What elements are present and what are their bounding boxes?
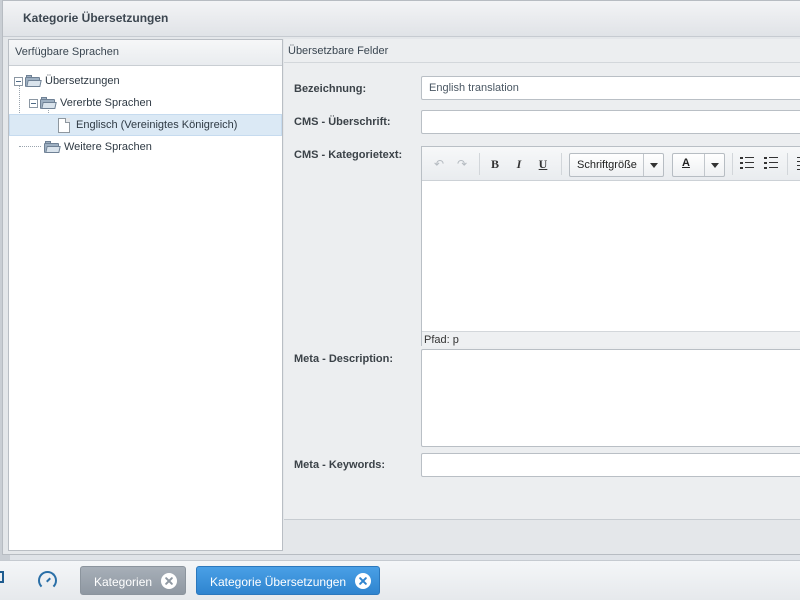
text-color-icon: A (682, 157, 690, 169)
collapse-toggle-icon[interactable] (29, 98, 38, 108)
toolbar-divider (732, 153, 733, 175)
cms-ueberschrift-label: CMS - Überschrift: (294, 116, 391, 128)
fields-panel: Übersetzbare Felder Bezeichnung: English… (284, 39, 800, 551)
languages-panel-header: Verfügbare Sprachen (9, 40, 282, 66)
task-kategorien[interactable]: Kategorien (80, 566, 186, 595)
font-size-select-label: Schriftgröße (577, 159, 637, 171)
task-label: Kategorie Übersetzungen (210, 575, 347, 589)
text-color-picker[interactable]: A (672, 153, 725, 177)
toolbar-divider (479, 153, 480, 175)
window-icon[interactable] (0, 571, 4, 583)
collapse-toggle-icon[interactable] (14, 76, 23, 86)
meta-description-textarea[interactable] (421, 349, 800, 447)
task-kategorie-uebersetzungen[interactable]: Kategorie Übersetzungen (196, 566, 380, 595)
fields-panel-header: Übersetzbare Felder (284, 39, 800, 63)
window-title: Kategorie Übersetzungen (3, 1, 800, 37)
tree-item-vererbte-sprachen[interactable]: Vererbte Sprachen (9, 92, 282, 114)
underline-button[interactable]: U (533, 155, 553, 173)
languages-panel: Verfügbare Sprachen Übersetzungen Vererb… (8, 39, 283, 551)
bezeichnung-label: Bezeichnung: (294, 83, 367, 95)
toolbar-divider (787, 153, 788, 175)
languages-tree: Übersetzungen Vererbte Sprachen Englisch… (9, 66, 282, 158)
redo-icon[interactable]: ↷ (452, 155, 472, 173)
cms-ueberschrift-input[interactable] (421, 110, 800, 134)
tree-item-label: Übersetzungen (45, 75, 120, 87)
bold-button[interactable]: B (485, 155, 505, 173)
close-icon[interactable] (161, 573, 177, 589)
editor-toolbar: ↶ ↷ B I U Schriftgröße A (422, 147, 800, 181)
meta-keywords-input[interactable] (421, 453, 800, 477)
document-icon (58, 117, 70, 133)
tree-item-englisch[interactable]: Englisch (Vereinigtes Königreich) (9, 114, 282, 136)
italic-button[interactable]: I (509, 155, 529, 173)
tree-item-label: Vererbte Sprachen (60, 97, 152, 109)
folder-icon (44, 141, 61, 153)
fields-panel-footer (284, 519, 800, 551)
meta-keywords-label: Meta - Keywords: (294, 459, 386, 471)
editor-content-area[interactable] (422, 181, 800, 331)
meta-description-label: Meta - Description: (294, 353, 394, 365)
close-icon[interactable] (355, 573, 371, 589)
unordered-list-icon[interactable] (740, 156, 754, 170)
ordered-list-icon[interactable] (764, 156, 778, 170)
tree-item-label: Weitere Sprachen (64, 141, 152, 153)
rich-text-editor: ↶ ↷ B I U Schriftgröße A Pfad: p (421, 146, 800, 347)
undo-icon[interactable]: ↶ (429, 155, 449, 173)
toolbar-divider (561, 153, 562, 175)
translation-window: Kategorie Übersetzungen Verfügbare Sprac… (2, 0, 800, 555)
cms-kategorietext-label: CMS - Kategorietext: (294, 149, 403, 161)
tree-item-uebersetzungen[interactable]: Übersetzungen (9, 70, 282, 92)
taskbar: Kategorien Kategorie Übersetzungen (0, 560, 800, 600)
font-size-select[interactable]: Schriftgröße (569, 153, 664, 177)
bezeichnung-input[interactable]: English translation (421, 76, 800, 100)
editor-path-status: Pfad: p (422, 331, 800, 347)
dashboard-gauge-icon[interactable] (38, 571, 57, 590)
folder-open-icon (25, 75, 42, 87)
tree-item-label: Englisch (Vereinigtes Königreich) (76, 119, 238, 131)
chevron-down-icon[interactable] (704, 154, 724, 176)
chevron-down-icon[interactable] (643, 154, 663, 176)
task-label: Kategorien (94, 575, 153, 589)
folder-open-icon (40, 97, 57, 109)
tree-item-weitere-sprachen[interactable]: Weitere Sprachen (9, 136, 282, 158)
